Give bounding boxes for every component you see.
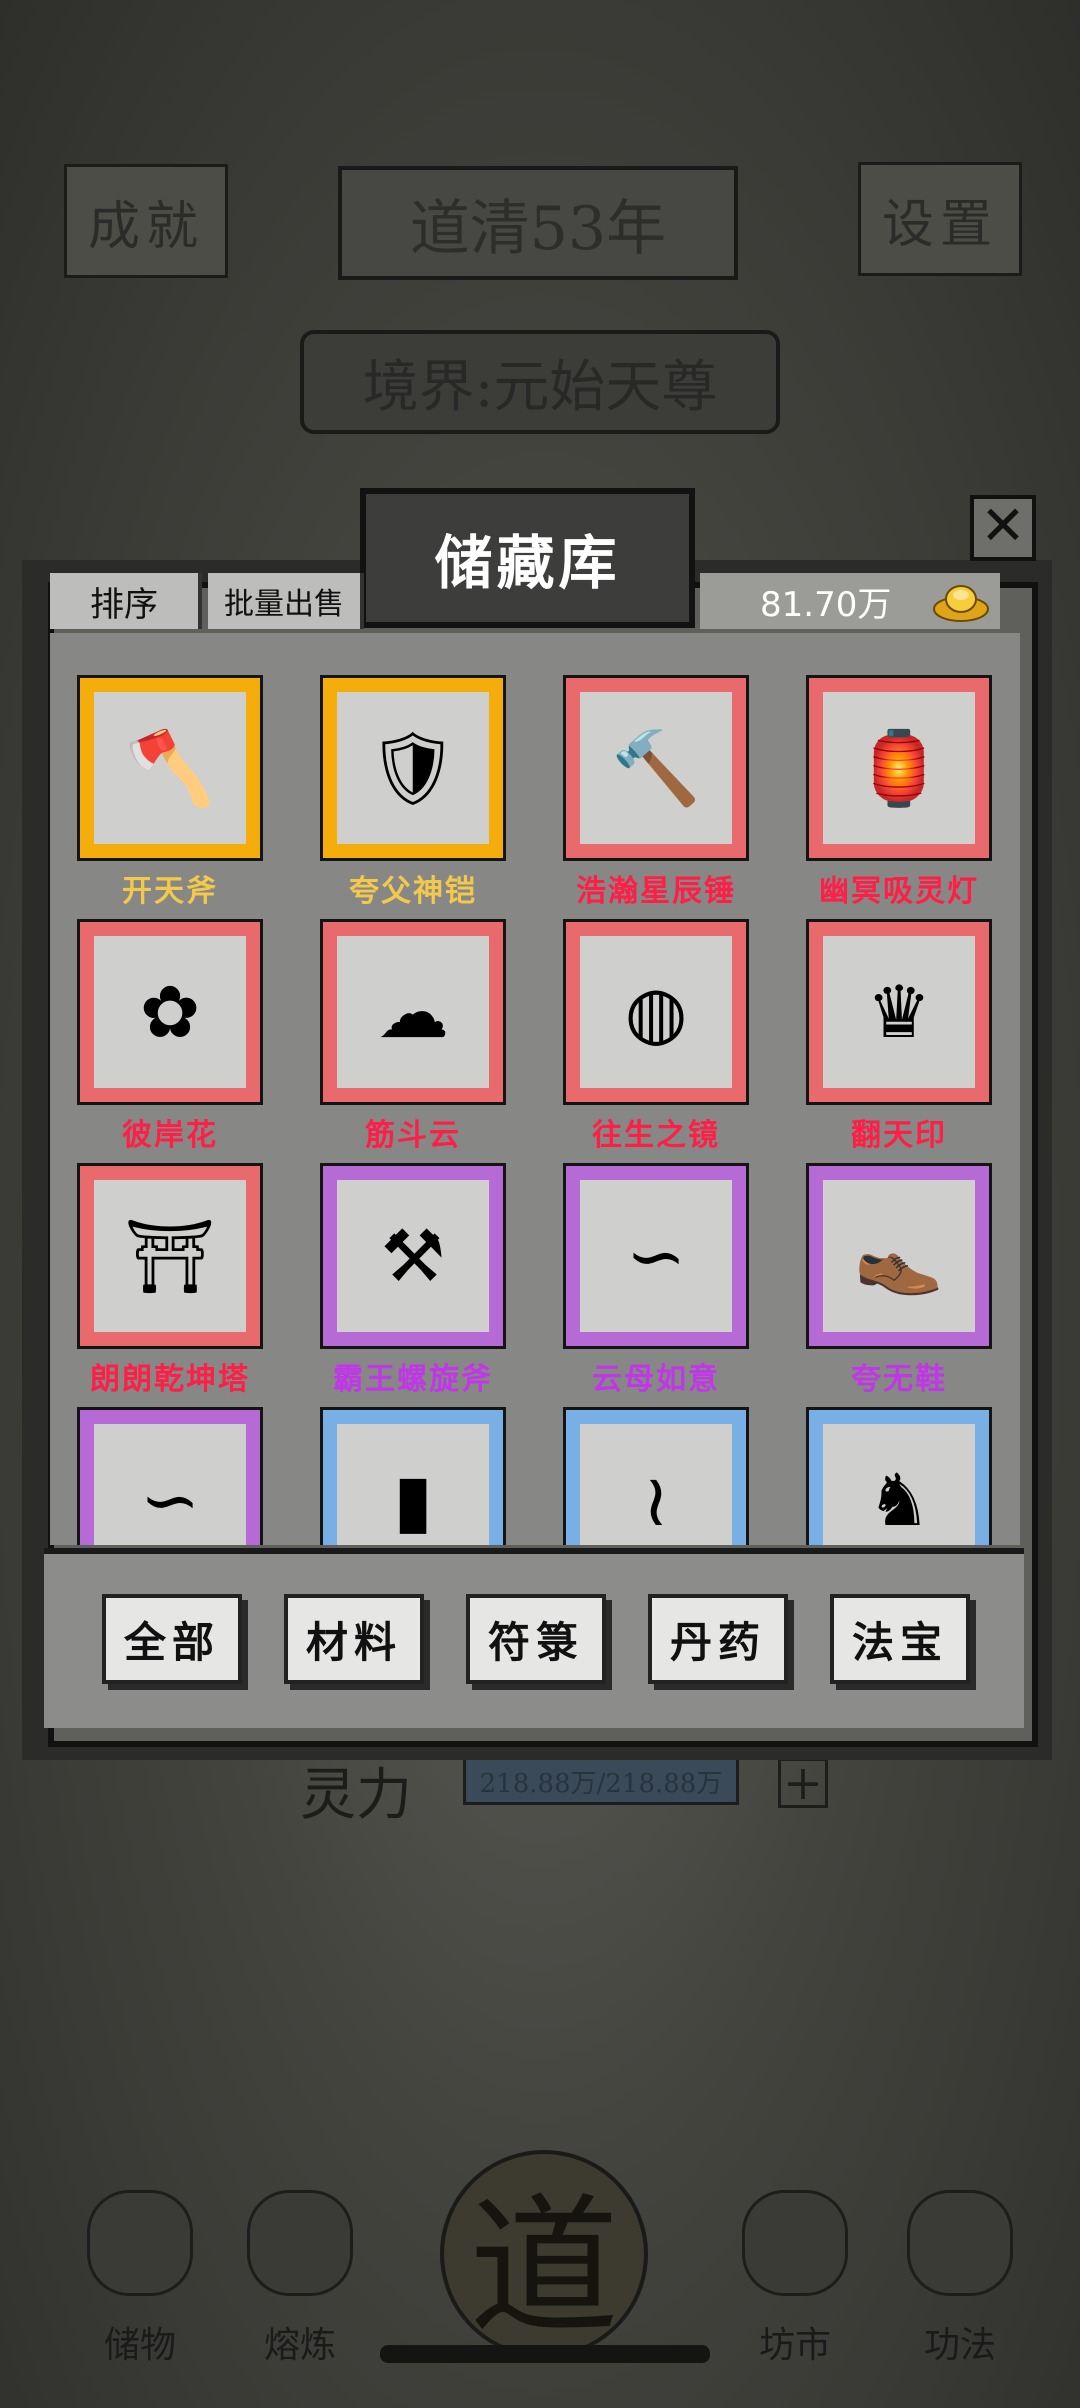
nav-storage[interactable]: 储物 bbox=[75, 2190, 205, 2368]
lingli-add-button[interactable]: + bbox=[778, 1758, 828, 1808]
armor-icon: 🛡 bbox=[337, 692, 489, 844]
pagoda-icon: ⛩ bbox=[94, 1180, 246, 1332]
item-name: 夸父神铠 bbox=[349, 874, 477, 909]
seal-icon: ♛ bbox=[823, 936, 975, 1088]
lantern-icon: 🏮 bbox=[823, 692, 975, 844]
axe-icon: 🪓 bbox=[94, 692, 246, 844]
item-name: 浩瀚星辰锤 bbox=[576, 874, 736, 909]
item-frame: 🛡 bbox=[320, 675, 506, 861]
furnace-icon bbox=[247, 2190, 353, 2296]
tab-pills[interactable]: 丹药 bbox=[648, 1594, 788, 1684]
nav-techniques[interactable]: 功法 bbox=[895, 2190, 1025, 2368]
inventory-item[interactable]: 🛡 夸父神铠 bbox=[320, 675, 506, 909]
year-plaque: 道清53年 bbox=[338, 166, 738, 280]
tab-all[interactable]: 全部 bbox=[102, 1594, 242, 1684]
inventory-item[interactable]: ▮ bbox=[320, 1407, 506, 1545]
coins-icon bbox=[742, 2190, 848, 2296]
item-frame: 🪓 bbox=[77, 675, 263, 861]
shield-icon: ▮ bbox=[337, 1424, 489, 1545]
item-frame: ∽ bbox=[563, 1163, 749, 1349]
item-frame: ✿ bbox=[77, 919, 263, 1105]
settings-button[interactable]: 设置 bbox=[858, 162, 1022, 276]
nav-storage-label: 储物 bbox=[103, 2325, 176, 2366]
item-name: 彼岸花 bbox=[122, 1118, 218, 1153]
inventory-item[interactable]: ✿ 彼岸花 bbox=[77, 919, 263, 1153]
nav-techniques-label: 功法 bbox=[923, 2325, 996, 2366]
item-name: 幽冥吸灵灯 bbox=[819, 874, 979, 909]
currency-display: 81.70万 bbox=[700, 573, 1000, 629]
dao-emblem-button[interactable]: 道 bbox=[440, 2150, 648, 2358]
close-icon: ✕ bbox=[980, 494, 1026, 557]
beast-icon: ♞ bbox=[823, 1424, 975, 1545]
item-frame: ▮ bbox=[320, 1407, 506, 1545]
inventory-item[interactable]: ◍ 往生之镜 bbox=[563, 919, 749, 1153]
item-frame: ◍ bbox=[563, 919, 749, 1105]
item-name: 开天斧 bbox=[122, 874, 218, 909]
hammer-icon: 🔨 bbox=[580, 692, 732, 844]
bag-icon bbox=[87, 2190, 193, 2296]
item-frame: ♛ bbox=[806, 919, 992, 1105]
currency-value: 81.70万 bbox=[760, 584, 892, 625]
item-frame: ☁ bbox=[320, 919, 506, 1105]
inventory-item[interactable]: ♛ 翻天印 bbox=[806, 919, 992, 1153]
item-frame: ⛩ bbox=[77, 1163, 263, 1349]
item-name: 翻天印 bbox=[851, 1118, 947, 1153]
item-name: 云母如意 bbox=[592, 1362, 720, 1397]
ruyi-icon: ∽ bbox=[94, 1424, 246, 1545]
lingli-bar: 218.88万/218.88万 bbox=[463, 1757, 739, 1805]
item-frame: ≀ bbox=[563, 1407, 749, 1545]
nav-market[interactable]: 坊市 bbox=[730, 2190, 860, 2368]
item-name: 往生之镜 bbox=[592, 1118, 720, 1153]
category-tabs: 全部 材料 符箓 丹药 法宝 bbox=[44, 1548, 1024, 1728]
tab-materials[interactable]: 材料 bbox=[284, 1594, 424, 1684]
scroll-icon: ≀ bbox=[580, 1424, 732, 1545]
inventory-item[interactable]: ☁ 筋斗云 bbox=[320, 919, 506, 1153]
nav-market-label: 坊市 bbox=[758, 2325, 831, 2366]
nav-smelting-label: 熔炼 bbox=[263, 2325, 336, 2366]
item-frame: 🔨 bbox=[563, 675, 749, 861]
tab-treasures[interactable]: 法宝 bbox=[830, 1594, 970, 1684]
item-name: 霸王螺旋斧 bbox=[333, 1362, 493, 1397]
item-name: 朗朗乾坤塔 bbox=[90, 1362, 250, 1397]
achievements-button[interactable]: 成就 bbox=[64, 164, 228, 278]
ruyi-icon: ∽ bbox=[580, 1180, 732, 1332]
dialog-title: 储藏库 bbox=[360, 488, 695, 628]
sort-button[interactable]: 排序 bbox=[50, 573, 202, 629]
lingli-label: 灵力 bbox=[300, 1763, 412, 1828]
shoe-icon: 👞 bbox=[823, 1180, 975, 1332]
inventory-item[interactable]: ♞ bbox=[806, 1407, 992, 1545]
battle-axe-icon: ⚒ bbox=[337, 1180, 489, 1332]
mirror-icon: ◍ bbox=[580, 936, 732, 1088]
close-button[interactable]: ✕ bbox=[970, 495, 1036, 561]
item-frame: ♞ bbox=[806, 1407, 992, 1545]
inventory-item[interactable]: 🪓 开天斧 bbox=[77, 675, 263, 909]
spider-lily-icon: ✿ bbox=[94, 936, 246, 1088]
inventory-item[interactable]: 🔨 浩瀚星辰锤 bbox=[563, 675, 749, 909]
item-frame: 🏮 bbox=[806, 675, 992, 861]
inventory-item[interactable]: ⚒ 霸王螺旋斧 bbox=[320, 1163, 506, 1397]
tab-talismans[interactable]: 符箓 bbox=[466, 1594, 606, 1684]
inventory-item[interactable]: 🏮 幽冥吸灵灯 bbox=[806, 675, 992, 909]
item-frame: ∽ bbox=[77, 1407, 263, 1545]
book-icon bbox=[907, 2190, 1013, 2296]
item-frame: ⚒ bbox=[320, 1163, 506, 1349]
inventory-item[interactable]: ⛩ 朗朗乾坤塔 bbox=[77, 1163, 263, 1397]
inventory-item[interactable]: ∽ bbox=[77, 1407, 263, 1545]
item-name: 夸无鞋 bbox=[851, 1362, 947, 1397]
inventory-item[interactable]: ∽ 云母如意 bbox=[563, 1163, 749, 1397]
inventory-item[interactable]: ≀ bbox=[563, 1407, 749, 1545]
item-frame: 👞 bbox=[806, 1163, 992, 1349]
item-grid: 🪓 开天斧 🛡 夸父神铠 🔨 浩瀚星辰锤 🏮 幽冥吸灵灯 ✿ 彼岸花 ☁ 筋斗云 ◍ 往生之镜 ♛ 翻天印 ⛩ 朗… bbox=[50, 633, 1020, 1545]
realm-plaque: 境界:元始天尊 bbox=[300, 330, 780, 434]
nav-smelting[interactable]: 熔炼 bbox=[235, 2190, 365, 2368]
cloud-icon: ☁ bbox=[337, 936, 489, 1088]
inventory-item[interactable]: 👞 夸无鞋 bbox=[806, 1163, 992, 1397]
gold-ingot-icon bbox=[933, 585, 989, 622]
dao-emblem-base bbox=[380, 2345, 710, 2363]
item-name: 筋斗云 bbox=[365, 1118, 461, 1153]
batch-sell-button[interactable]: 批量出售 bbox=[208, 573, 364, 629]
